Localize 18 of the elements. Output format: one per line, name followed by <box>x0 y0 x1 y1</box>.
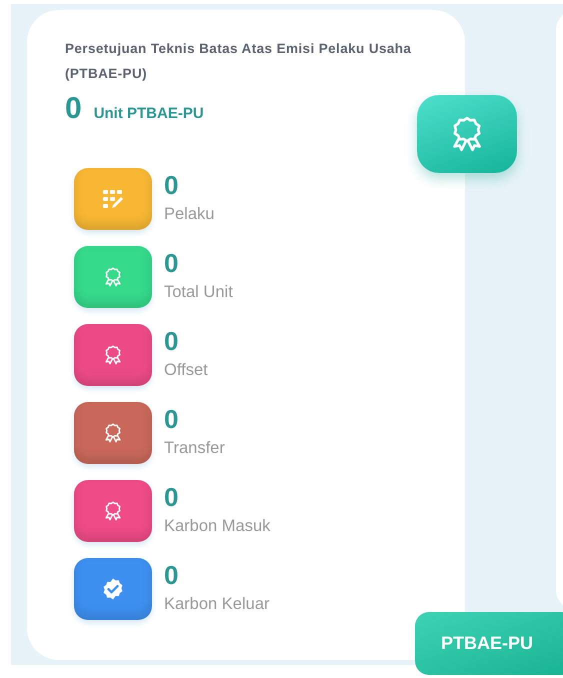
stat-value: 0 <box>164 559 180 592</box>
stat-value: 0 <box>164 325 180 358</box>
stat-label: Karbon Keluar <box>164 594 270 615</box>
stat-value: 0 <box>164 403 180 436</box>
card-title: Persetujuan Teknis Batas Atas Emisi Pelaku Usaha (PTBAE-PU) <box>65 40 412 83</box>
stat-label: Transfer <box>164 438 225 459</box>
ptbae-button[interactable]: PTBAE-PU <box>415 612 563 675</box>
stat-value: 0 <box>164 481 180 514</box>
grid-edit-icon <box>101 187 125 211</box>
verified-badge-icon <box>101 577 125 601</box>
stat-value: 0 <box>164 169 180 202</box>
stat-label: Karbon Masuk <box>164 516 270 537</box>
stat-value: 0 <box>164 247 180 280</box>
stat-label: Offset <box>164 360 208 381</box>
total-value: 0 <box>65 92 82 126</box>
stat-label: Pelaku <box>164 204 214 225</box>
stat-label: Total Unit <box>164 282 233 303</box>
total-unit: Unit PTBAE-PU <box>94 105 204 122</box>
